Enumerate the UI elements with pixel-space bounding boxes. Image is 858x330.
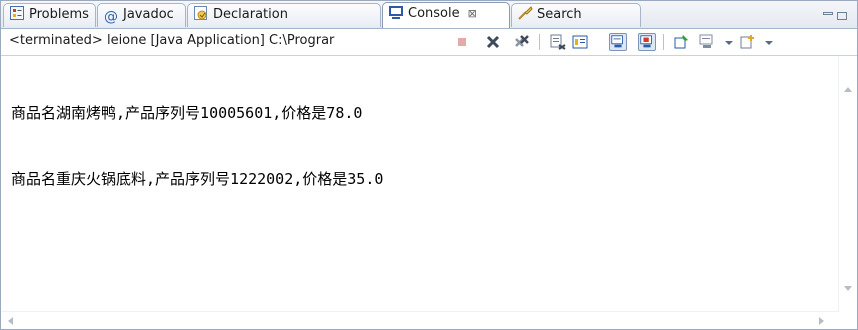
chevron-down-icon[interactable] (720, 33, 738, 51)
show-console-on-error-icon[interactable] (638, 33, 656, 51)
view-tab-bar: Problems @ Javadoc Declaration Console ⊠ S… (1, 1, 857, 29)
scroll-down-icon[interactable] (844, 286, 852, 292)
tab-problems[interactable]: Problems (3, 3, 96, 27)
minimize-icon[interactable] (823, 12, 833, 15)
tab-javadoc[interactable]: @ Javadoc (97, 3, 186, 27)
toolbar-separator (539, 34, 540, 50)
console-output-area[interactable]: 商品名湖南烤鸭,产品序列号10005601,价格是78.0 商品名重庆火锅底料,… (1, 56, 857, 329)
declaration-icon (194, 6, 207, 20)
remove-launch-icon[interactable] (484, 33, 502, 51)
scrollbar-corner (839, 312, 857, 329)
clear-console-icon[interactable] (549, 33, 567, 51)
tab-label: Console (408, 6, 460, 21)
open-console-icon[interactable] (739, 33, 757, 51)
chevron-down-icon[interactable] (760, 33, 778, 51)
process-status-label: <terminated> leione [Java Application] C… (9, 33, 335, 48)
console-toolbar: <terminated> leione [Java Application] C… (1, 29, 857, 56)
show-console-on-output-icon[interactable] (609, 33, 627, 51)
tab-label: Declaration (213, 7, 288, 22)
tab-label: Problems (29, 7, 89, 22)
console-line: 商品名重庆火锅底料,产品序列号1222002,价格是35.0 (11, 170, 384, 188)
search-icon (518, 6, 533, 20)
console-line: 商品名湖南烤鸭,产品序列号10005601,价格是78.0 (11, 104, 363, 122)
tab-declaration[interactable]: Declaration (187, 3, 381, 27)
console-icon (389, 6, 403, 19)
tab-label: Javadoc (123, 7, 174, 22)
scroll-left-icon[interactable] (7, 317, 13, 325)
maximize-icon[interactable] (837, 12, 847, 20)
remove-all-terminated-icon[interactable] (513, 33, 531, 51)
horizontal-scrollbar[interactable] (1, 311, 839, 329)
display-console-icon[interactable] (698, 33, 716, 51)
console-view: Problems @ Javadoc Declaration Console ⊠ S… (0, 0, 858, 330)
window-controls (819, 5, 851, 20)
javadoc-icon: @ (104, 9, 118, 25)
pin-console-icon[interactable] (673, 33, 691, 51)
tab-search[interactable]: Search (511, 3, 641, 27)
scroll-lock-icon[interactable] (571, 33, 589, 51)
vertical-scrollbar[interactable] (838, 56, 857, 312)
scroll-up-icon[interactable] (844, 86, 852, 92)
scroll-right-icon[interactable] (819, 317, 825, 325)
problems-icon (10, 6, 24, 20)
terminate-icon[interactable] (453, 33, 471, 51)
tab-console[interactable]: Console ⊠ (382, 2, 510, 28)
tab-label: Search (537, 7, 582, 22)
toolbar-separator (663, 34, 664, 50)
console-text[interactable]: 商品名湖南烤鸭,产品序列号10005601,价格是78.0 商品名重庆火锅底料,… (11, 58, 383, 234)
close-icon[interactable]: ⊠ (468, 7, 477, 20)
